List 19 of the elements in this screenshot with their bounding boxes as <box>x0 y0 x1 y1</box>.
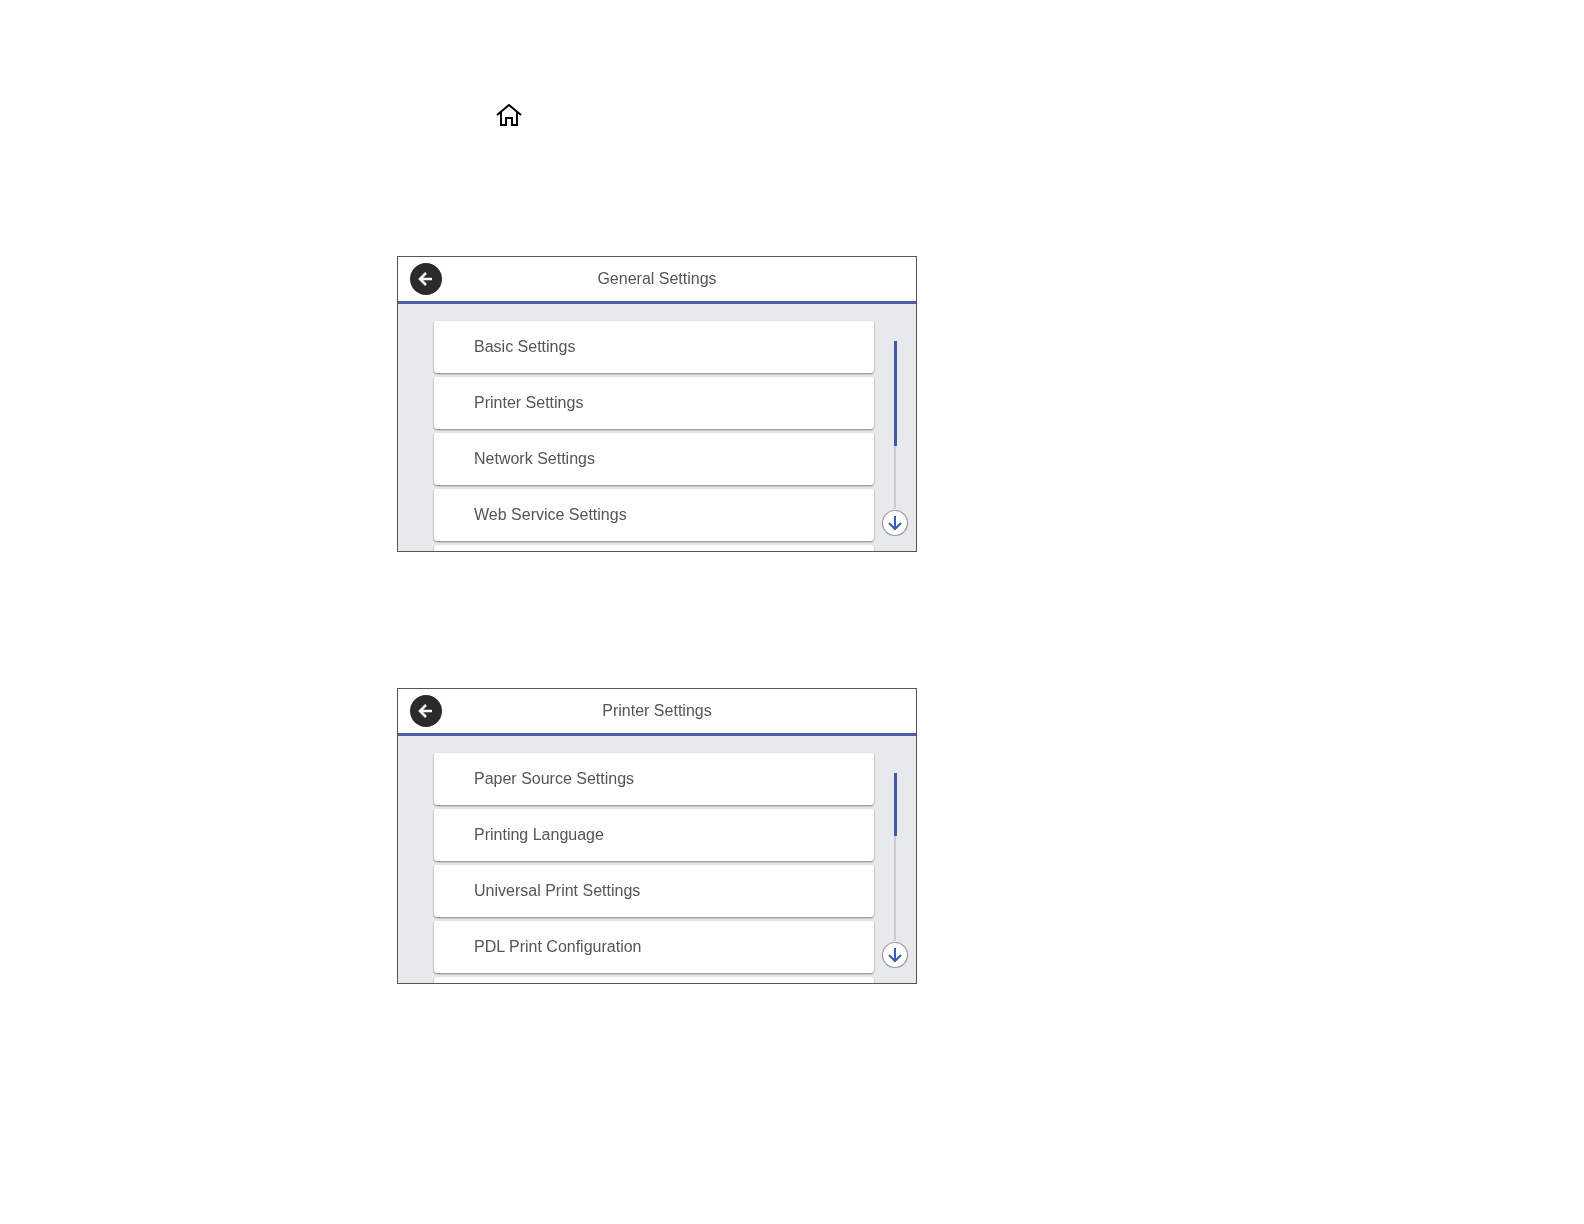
scrollbar[interactable] <box>894 341 896 509</box>
back-button[interactable] <box>410 263 442 295</box>
menu-item[interactable]: PDL Print Configuration <box>434 921 874 973</box>
menu-item[interactable]: Universal Print Settings <box>434 865 874 917</box>
back-arrow-icon <box>417 270 435 288</box>
scroll-down-icon[interactable] <box>881 509 909 537</box>
back-button[interactable] <box>410 695 442 727</box>
menu-item[interactable]: Paper Source Settings <box>434 753 874 805</box>
screen-title: Printer Settings <box>601 702 713 720</box>
menu-item[interactable]: Basic Settings <box>434 321 874 373</box>
scroll-down-icon[interactable] <box>881 941 909 969</box>
screen-title: General Settings <box>596 270 718 288</box>
menu-item[interactable]: Printer Settings <box>434 377 874 429</box>
menu-item[interactable]: Printing Language <box>434 809 874 861</box>
scrollbar[interactable] <box>894 773 896 941</box>
home-icon[interactable] <box>495 103 523 127</box>
back-arrow-icon <box>417 702 435 720</box>
menu-item[interactable]: Network Settings <box>434 433 874 485</box>
menu-item[interactable]: Web Service Settings <box>434 489 874 541</box>
